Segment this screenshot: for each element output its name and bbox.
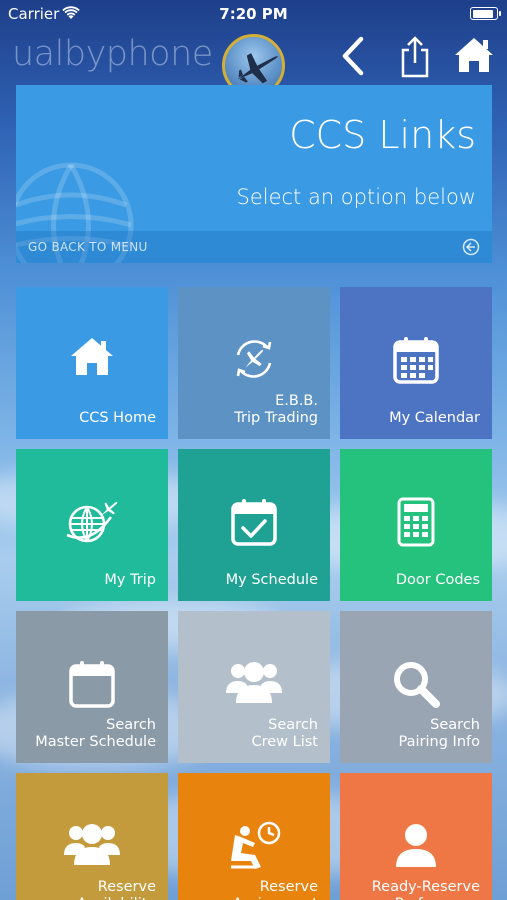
battery-icon [470, 7, 501, 20]
group-icon [64, 821, 120, 869]
calendar-blank-icon [68, 659, 116, 713]
tile-label: ReserveAvailability [77, 879, 156, 900]
seat-clock-icon [227, 821, 281, 875]
house-icon [68, 335, 116, 381]
tile-label-line: My Schedule [225, 572, 318, 588]
tile-label-line: Reserve [97, 879, 156, 895]
tile-label-line: Pairing Info [398, 734, 480, 750]
tile-ebb-trip-trading[interactable]: E.B.B. Trip Trading [178, 287, 330, 439]
person-icon [394, 821, 438, 871]
battery-level [472, 9, 494, 18]
tile-ready-reserve-preferences[interactable]: Ready-ReservePreferences [340, 773, 492, 900]
tile-search-pairing-info[interactable]: Search Pairing Info [340, 611, 492, 763]
tile-reserve-availability[interactable]: ReserveAvailability [16, 773, 168, 900]
tile-label: Search Pairing Info [399, 717, 480, 751]
tile-label-line: Search [268, 717, 318, 733]
tile-label-line: My Calendar [389, 410, 480, 426]
tile-label: CCS Home [79, 410, 156, 427]
tile-label: My Schedule [226, 572, 318, 589]
tile-label: ReserveAssignment [233, 879, 318, 900]
tile-label-line: E.B.B. [275, 393, 318, 409]
tile-door-codes[interactable]: Door Codes [340, 449, 492, 601]
tile-my-schedule[interactable]: My Schedule [178, 449, 330, 601]
tile-label-line: Crew List [251, 734, 318, 750]
tile-label-line: Master Schedule [35, 734, 156, 750]
back-arrow-icon[interactable] [335, 36, 371, 76]
tile-my-trip[interactable]: My Trip [16, 449, 168, 601]
calendar-icon [392, 335, 440, 389]
tile-label: Door Codes [396, 572, 480, 589]
tile-reserve-assignment[interactable]: ReserveAssignment [178, 773, 330, 900]
tile-label-line: Reserve [259, 879, 318, 895]
tile-label: My Trip [104, 572, 156, 589]
tile-label-line: Search [430, 717, 480, 733]
tile-label-line: Assignment [233, 896, 318, 900]
status-bar: Carrier 7:20 PM [0, 0, 507, 28]
tile-label-line: Door Codes [395, 572, 480, 588]
tile-label-line: Ready-Reserve [371, 879, 480, 895]
tile-label: My Calendar [389, 410, 480, 427]
plane-swap-icon [230, 335, 278, 387]
magnifier-icon [391, 659, 441, 713]
header-card: CCS Links Select an option below GO BACK… [16, 85, 492, 263]
tile-label-line: Availability [77, 896, 156, 900]
page-title: CCS Links [289, 113, 476, 157]
back-to-menu-label: GO BACK TO MENU [28, 240, 148, 254]
tile-label-line: Trip Trading [234, 410, 318, 426]
share-icon[interactable] [397, 36, 433, 78]
tile-label: Search Master Schedule [35, 717, 156, 751]
home-icon[interactable] [453, 36, 495, 74]
tile-label: Ready-ReservePreferences [372, 879, 480, 900]
tile-label-line: CCS Home [79, 410, 156, 426]
keypad-icon [397, 497, 435, 551]
tile-label-line: Search [106, 717, 156, 733]
circle-arrow-left-icon [462, 238, 480, 256]
tile-label: E.B.B. Trip Trading [234, 393, 318, 427]
calendar-check-icon [230, 497, 278, 551]
status-time: 7:20 PM [219, 5, 288, 23]
tile-label-line: Preferences [372, 896, 480, 900]
page-subtitle: Select an option below [236, 185, 476, 209]
tile-label-line: My Trip [104, 572, 156, 588]
tile-label: Search Crew List [251, 717, 318, 751]
tile-search-master-schedule[interactable]: Search Master Schedule [16, 611, 168, 763]
tile-ccs-home[interactable]: CCS Home [16, 287, 168, 439]
globe-plane-icon [65, 497, 119, 549]
group-icon [226, 659, 282, 707]
back-to-menu-link[interactable]: GO BACK TO MENU [16, 231, 492, 263]
app-logo: ualbyphone [12, 34, 213, 74]
tile-my-calendar[interactable]: My Calendar [340, 287, 492, 439]
tile-search-crew-list[interactable]: Search Crew List [178, 611, 330, 763]
